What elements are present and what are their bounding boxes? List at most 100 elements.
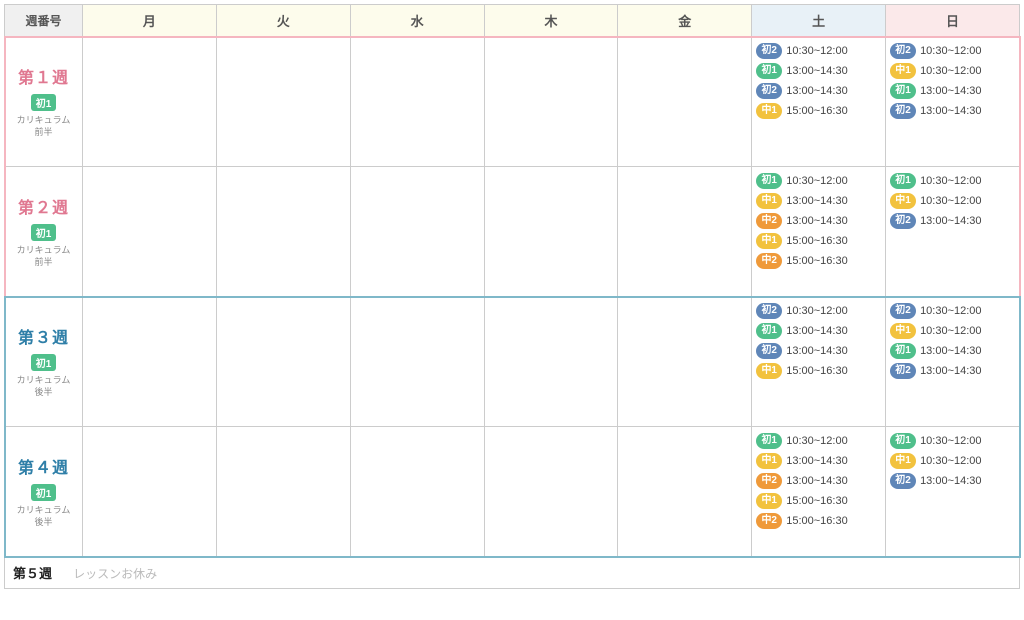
cell-sat: 初1 10:30~12:00 中1 13:00~14:30 中2 13:00~1… xyxy=(752,167,886,297)
lesson-slot: 初2 13:00~14:30 xyxy=(756,83,881,99)
level-pill: 初2 xyxy=(890,303,916,319)
lesson-time: 15:00~16:30 xyxy=(786,235,847,247)
lesson-slot: 初2 10:30~12:00 xyxy=(756,43,881,59)
cell-fri xyxy=(618,37,752,167)
week-title: 第１週 xyxy=(7,64,80,88)
level-pill: 初1 xyxy=(890,83,916,99)
cell-wed xyxy=(350,37,484,167)
lesson-slot: 初2 13:00~14:30 xyxy=(890,213,1015,229)
lesson-slot: 初1 10:30~12:00 xyxy=(890,173,1015,189)
lesson-slot: 初2 13:00~14:30 xyxy=(756,343,881,359)
header-wed: 水 xyxy=(350,5,484,37)
lesson-time: 13:00~14:30 xyxy=(920,105,981,117)
level-pill: 中2 xyxy=(756,473,782,489)
cell-sun: 初2 10:30~12:00 中1 10:30~12:00 初1 13:00~1… xyxy=(886,37,1020,167)
level-pill: 初2 xyxy=(890,43,916,59)
level-pill: 中1 xyxy=(890,63,916,79)
level-pill: 中1 xyxy=(756,193,782,209)
lesson-time: 13:00~14:30 xyxy=(786,215,847,227)
week-subtitle: カリキュラム前半 xyxy=(7,245,80,268)
lesson-slot: 中1 15:00~16:30 xyxy=(756,363,881,379)
lesson-time: 15:00~16:30 xyxy=(786,365,847,377)
lesson-time: 10:30~12:00 xyxy=(786,45,847,57)
week-row: 第４週 初1 カリキュラム後半 初1 10:30~12:00 中1 13:00~… xyxy=(5,427,1020,557)
cell-mon xyxy=(83,167,217,297)
lesson-time: 13:00~14:30 xyxy=(786,455,847,467)
level-pill: 初1 xyxy=(756,323,782,339)
cell-fri xyxy=(618,427,752,557)
cell-mon xyxy=(83,37,217,167)
lesson-slot: 初1 13:00~14:30 xyxy=(756,323,881,339)
level-pill: 中1 xyxy=(756,453,782,469)
level-pill: 中1 xyxy=(756,103,782,119)
level-pill: 中1 xyxy=(756,493,782,509)
week-subtitle: カリキュラム後半 xyxy=(7,505,80,528)
cell-thu xyxy=(484,297,618,427)
lesson-slot: 中1 10:30~12:00 xyxy=(890,193,1015,209)
lesson-slot: 初1 10:30~12:00 xyxy=(756,173,881,189)
level-pill: 中2 xyxy=(756,213,782,229)
level-pill: 初1 xyxy=(756,433,782,449)
lesson-slot: 中1 13:00~14:30 xyxy=(756,453,881,469)
level-pill: 初1 xyxy=(756,63,782,79)
lesson-time: 15:00~16:30 xyxy=(786,495,847,507)
lesson-slot: 中1 15:00~16:30 xyxy=(756,493,881,509)
lesson-time: 10:30~12:00 xyxy=(920,195,981,207)
lesson-time: 10:30~12:00 xyxy=(920,65,981,77)
level-pill: 中1 xyxy=(890,323,916,339)
cell-thu xyxy=(484,167,618,297)
week-row: 第２週 初1 カリキュラム前半 初1 10:30~12:00 中1 13:00~… xyxy=(5,167,1020,297)
header-row: 週番号 月 火 水 木 金 土 日 xyxy=(5,5,1020,37)
week-header-cell: 第４週 初1 カリキュラム後半 xyxy=(5,427,83,557)
lesson-slot: 中1 15:00~16:30 xyxy=(756,103,881,119)
cell-wed xyxy=(350,427,484,557)
level-pill: 初2 xyxy=(890,363,916,379)
header-sat: 土 xyxy=(752,5,886,37)
lesson-slot: 初2 10:30~12:00 xyxy=(756,303,881,319)
week5-row: 第５週 レッスンお休み xyxy=(5,557,1020,589)
week-level-badge: 初1 xyxy=(31,224,57,241)
lesson-slot: 初1 13:00~14:30 xyxy=(756,63,881,79)
lesson-time: 10:30~12:00 xyxy=(920,325,981,337)
cell-tue xyxy=(216,427,350,557)
lesson-slot: 初2 10:30~12:00 xyxy=(890,303,1015,319)
week-subtitle: カリキュラム前半 xyxy=(7,115,80,138)
week-group-pink: 第１週 初1 カリキュラム前半 初2 10:30~12:00 初1 13:00~… xyxy=(5,37,1020,297)
cell-sun: 初2 10:30~12:00 中1 10:30~12:00 初1 13:00~1… xyxy=(886,297,1020,427)
lesson-slot: 初2 13:00~14:30 xyxy=(890,103,1015,119)
cell-wed xyxy=(350,167,484,297)
lesson-time: 10:30~12:00 xyxy=(920,175,981,187)
week-level-badge: 初1 xyxy=(31,484,57,501)
cell-sun: 初1 10:30~12:00 中1 10:30~12:00 初2 13:00~1… xyxy=(886,427,1020,557)
lesson-slot: 初2 10:30~12:00 xyxy=(890,43,1015,59)
lesson-time: 10:30~12:00 xyxy=(920,45,981,57)
level-pill: 中2 xyxy=(756,253,782,269)
lesson-slot: 初1 10:30~12:00 xyxy=(756,433,881,449)
lesson-time: 10:30~12:00 xyxy=(920,305,981,317)
level-pill: 初1 xyxy=(890,433,916,449)
cell-sat: 初2 10:30~12:00 初1 13:00~14:30 初2 13:00~1… xyxy=(752,37,886,167)
week5-note: レッスンお休み xyxy=(73,567,157,581)
lesson-time: 15:00~16:30 xyxy=(786,515,847,527)
lesson-time: 10:30~12:00 xyxy=(786,305,847,317)
header-corner: 週番号 xyxy=(5,5,83,37)
lesson-time: 15:00~16:30 xyxy=(786,105,847,117)
week-level-badge: 初1 xyxy=(31,354,57,371)
level-pill: 初2 xyxy=(890,103,916,119)
lesson-time: 13:00~14:30 xyxy=(920,85,981,97)
cell-mon xyxy=(83,297,217,427)
lesson-slot: 初2 13:00~14:30 xyxy=(890,363,1015,379)
lesson-time: 10:30~12:00 xyxy=(786,435,847,447)
week-level-badge: 初1 xyxy=(31,94,57,111)
cell-wed xyxy=(350,297,484,427)
week-title: 第２週 xyxy=(7,194,80,218)
lesson-time: 13:00~14:30 xyxy=(786,85,847,97)
week-row: 第１週 初1 カリキュラム前半 初2 10:30~12:00 初1 13:00~… xyxy=(5,37,1020,167)
lesson-slot: 初2 13:00~14:30 xyxy=(890,473,1015,489)
lesson-slot: 中1 10:30~12:00 xyxy=(890,453,1015,469)
cell-mon xyxy=(83,427,217,557)
cell-sat: 初2 10:30~12:00 初1 13:00~14:30 初2 13:00~1… xyxy=(752,297,886,427)
cell-sat: 初1 10:30~12:00 中1 13:00~14:30 中2 13:00~1… xyxy=(752,427,886,557)
header-thu: 木 xyxy=(484,5,618,37)
lesson-slot: 中2 13:00~14:30 xyxy=(756,213,881,229)
